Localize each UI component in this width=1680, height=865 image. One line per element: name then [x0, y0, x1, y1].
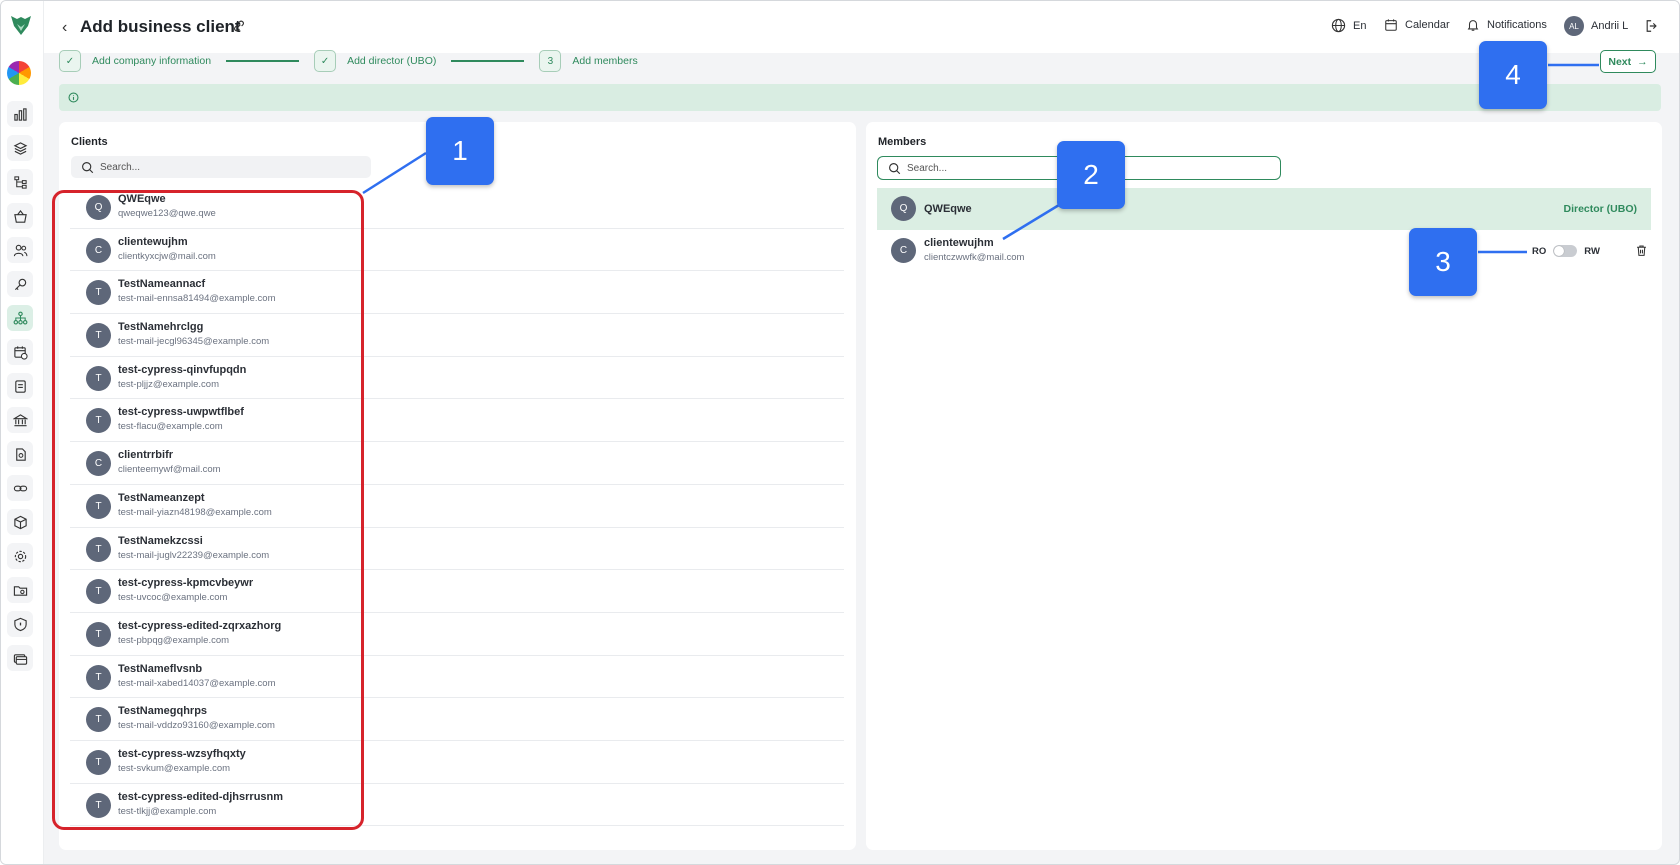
role-badge: Director (UBO)	[1563, 203, 1637, 215]
user-name: Andrii L	[1591, 20, 1629, 32]
calendar-label: Calendar	[1405, 19, 1450, 31]
avatar: Q	[891, 196, 916, 221]
calendar-icon	[1385, 19, 1397, 31]
member-row-director[interactable]: Q QWEqwe Director (UBO)	[877, 188, 1651, 230]
user-menu[interactable]: AL Andrii L	[1564, 16, 1628, 36]
permission-toggle[interactable]	[1553, 245, 1578, 257]
page-title: Add business client	[80, 17, 241, 36]
step-2-label[interactable]: Add director (UBO)	[347, 55, 436, 67]
nav-bank-icon[interactable]	[7, 407, 33, 433]
nav-cards-icon[interactable]	[7, 645, 33, 671]
ro-label: RO	[1532, 245, 1547, 257]
user-avatar: AL	[1564, 16, 1584, 36]
clients-search-input[interactable]	[100, 161, 371, 173]
rw-label: RW	[1584, 245, 1600, 257]
top-header: ‹ Add business client En Calendar Notifi…	[44, 1, 1679, 53]
language-label: En	[1353, 19, 1367, 32]
avatar: C	[891, 238, 916, 263]
nav-users-icon[interactable]	[7, 237, 33, 263]
nav-shield-icon[interactable]	[7, 611, 33, 637]
nav-notes-icon[interactable]	[7, 373, 33, 399]
nav-settings-icon[interactable]	[7, 543, 33, 569]
callout-1: 1	[426, 117, 494, 185]
notifications-label: Notifications	[1487, 19, 1547, 31]
nav-analytics-icon[interactable]	[7, 101, 33, 127]
language-switcher[interactable]: En	[1331, 18, 1366, 33]
search-icon	[889, 162, 901, 174]
nav-key-icon[interactable]	[7, 271, 33, 297]
next-button[interactable]: Next →	[1600, 50, 1656, 73]
callout-3: 3	[1409, 228, 1477, 296]
member-name: QWEqwe	[924, 203, 972, 215]
permission-switch: RO RW	[1532, 245, 1600, 257]
callout-2: 2	[1057, 141, 1125, 209]
app-window: ‹ Add business client En Calendar Notifi…	[0, 0, 1680, 865]
step-1-label[interactable]: Add company information	[92, 55, 211, 67]
nav-layers-icon[interactable]	[7, 135, 33, 161]
bell-icon	[1467, 20, 1479, 31]
highlight-box	[52, 190, 364, 830]
members-title: Members	[878, 136, 927, 148]
globe-icon	[1331, 18, 1346, 33]
nav-folder-search-icon[interactable]	[7, 577, 33, 603]
info-icon	[68, 92, 79, 103]
callout-4: 4	[1479, 41, 1547, 109]
nav-basket-icon[interactable]	[7, 203, 33, 229]
info-banner	[59, 84, 1661, 111]
arrow-right-icon: →	[1637, 55, 1648, 68]
fox-logo-icon[interactable]	[9, 13, 33, 37]
logout-icon[interactable]	[1645, 19, 1659, 33]
nav-link-icon[interactable]	[7, 475, 33, 501]
step-2-check: ✓	[314, 50, 337, 72]
back-arrow-icon[interactable]: ‹	[62, 19, 67, 37]
trash-icon[interactable]	[1635, 244, 1648, 257]
sidebar	[1, 1, 44, 864]
color-wheel-icon[interactable]	[7, 61, 31, 85]
nav-document-search-icon[interactable]	[7, 441, 33, 467]
clients-title: Clients	[71, 136, 108, 148]
nav-cube-icon[interactable]	[7, 509, 33, 535]
calendar-link[interactable]: Calendar	[1384, 18, 1450, 32]
member-row[interactable]: C clientewujhm clientczwwfk@mail.com RO …	[877, 230, 1651, 272]
copy-link-icon[interactable]	[232, 19, 246, 33]
step-connector	[451, 60, 525, 62]
nav-hierarchy-icon[interactable]	[7, 169, 33, 195]
member-email: clientczwwfk@mail.com	[924, 252, 1025, 263]
notifications-link[interactable]: Notifications	[1466, 18, 1547, 32]
step-connector	[226, 60, 300, 62]
stepper: ✓ Add company information ✓ Add director…	[59, 49, 638, 73]
members-panel: Members Q QWEqwe Director (UBO) C client…	[866, 122, 1662, 850]
next-label: Next	[1608, 55, 1632, 68]
step-3-label[interactable]: Add members	[572, 55, 637, 67]
search-icon	[82, 161, 94, 173]
clients-search[interactable]	[71, 156, 371, 178]
nav-clients-network-icon[interactable]	[7, 305, 33, 331]
member-name: clientewujhm	[924, 237, 994, 249]
step-3-number: 3	[539, 50, 562, 72]
nav-calendar-add-icon[interactable]	[7, 339, 33, 365]
step-1-check: ✓	[59, 50, 81, 72]
